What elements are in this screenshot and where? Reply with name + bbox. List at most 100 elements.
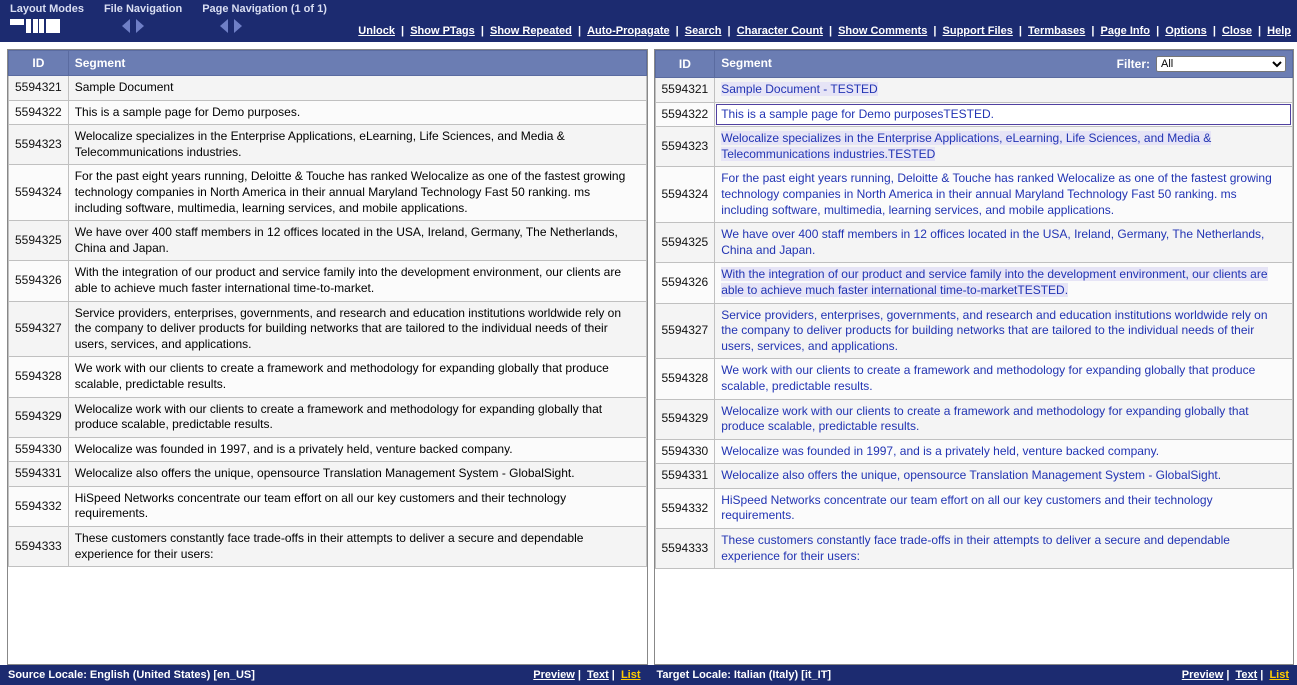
filter-select[interactable]: All — [1156, 56, 1286, 72]
source-segment-text[interactable]: Sample Document — [68, 76, 646, 101]
target-row[interactable]: 5594331Welocalize also offers the unique… — [655, 464, 1293, 489]
target-row[interactable]: 5594328We work with our clients to creat… — [655, 359, 1293, 399]
file-nav-label: File Navigation — [104, 3, 182, 17]
target-segment-text[interactable]: Welocalize was founded in 1997, and is a… — [715, 439, 1293, 464]
source-table: ID Segment 5594321Sample Document5594322… — [8, 50, 647, 567]
target-row[interactable]: 5594333These customers constantly face t… — [655, 529, 1293, 569]
segment-id: 5594333 — [655, 529, 715, 569]
target-segment-text[interactable]: Welocalize also offers the unique, opens… — [715, 464, 1293, 489]
target-row[interactable]: 5594324For the past eight years running,… — [655, 167, 1293, 223]
segment-id: 5594332 — [655, 488, 715, 528]
top-toolbar: Layout Modes File Navigation Page Naviga… — [0, 0, 1297, 42]
target-segment-text[interactable]: We have over 400 staff members in 12 off… — [715, 223, 1293, 263]
source-row[interactable]: 5594323Welocalize specializes in the Ent… — [9, 125, 647, 165]
toplink-show-comments[interactable]: Show Comments — [838, 25, 927, 37]
toplink-auto-propagate[interactable]: Auto-Propagate — [587, 25, 670, 37]
source-row[interactable]: 5594325We have over 400 staff members in… — [9, 221, 647, 261]
page-next-icon[interactable] — [234, 19, 242, 33]
target-row[interactable]: 5594323Welocalize specializes in the Ent… — [655, 127, 1293, 167]
target-segment-text[interactable]: Welocalize specializes in the Enterprise… — [715, 127, 1293, 167]
target-segment-text[interactable]: With the integration of our product and … — [715, 263, 1293, 303]
source-row[interactable]: 5594329Welocalize work with our clients … — [9, 397, 647, 437]
source-row[interactable]: 5594324For the past eight years running,… — [9, 165, 647, 221]
segment-id: 5594322 — [655, 102, 715, 127]
target-segment-text[interactable]: Service providers, enterprises, governme… — [715, 303, 1293, 359]
target-list-link[interactable]: List — [1269, 669, 1289, 681]
source-row[interactable]: 5594333These customers constantly face t… — [9, 527, 647, 567]
target-locale-label: Target Locale: Italian (Italy) [it_IT] — [657, 669, 832, 681]
source-row[interactable]: 5594332HiSpeed Networks concentrate our … — [9, 486, 647, 526]
source-segment-text[interactable]: Welocalize work with our clients to crea… — [68, 397, 646, 437]
source-segment-text[interactable]: We have over 400 staff members in 12 off… — [68, 221, 646, 261]
target-text-link[interactable]: Text — [1235, 669, 1257, 681]
file-next-icon[interactable] — [136, 19, 144, 33]
layout-horizontal-icon[interactable] — [10, 19, 24, 33]
layout-modes-group: Layout Modes — [0, 0, 94, 42]
source-preview-link[interactable]: Preview — [533, 669, 575, 681]
target-header-segment: Segment Filter: All — [715, 51, 1293, 78]
target-row[interactable]: 5594322This is a sample page for Demo pu… — [655, 102, 1293, 127]
toplink-show-repeated[interactable]: Show Repeated — [490, 25, 572, 37]
toplink-unlock[interactable]: Unlock — [358, 25, 395, 37]
source-segment-text[interactable]: Welocalize specializes in the Enterprise… — [68, 125, 646, 165]
target-segment-text[interactable]: HiSpeed Networks concentrate our team ef… — [715, 488, 1293, 528]
source-segment-text[interactable]: We work with our clients to create a fra… — [68, 357, 646, 397]
toplink-close[interactable]: Close — [1222, 25, 1252, 37]
toplink-help[interactable]: Help — [1267, 25, 1291, 37]
target-row[interactable]: 5594329Welocalize work with our clients … — [655, 399, 1293, 439]
source-segment-text[interactable]: HiSpeed Networks concentrate our team ef… — [68, 486, 646, 526]
target-header-id: ID — [655, 51, 715, 78]
segment-id: 5594332 — [9, 486, 69, 526]
target-row[interactable]: 5594332HiSpeed Networks concentrate our … — [655, 488, 1293, 528]
target-segment-text[interactable]: This is a sample page for Demo purposesT… — [715, 102, 1293, 127]
layout-stacked-icon[interactable] — [26, 19, 31, 33]
source-text-link[interactable]: Text — [587, 669, 609, 681]
segment-id: 5594325 — [655, 223, 715, 263]
source-row[interactable]: 5594326With the integration of our produ… — [9, 261, 647, 301]
source-row[interactable]: 5594321Sample Document — [9, 76, 647, 101]
toplink-termbases[interactable]: Termbases — [1028, 25, 1085, 37]
source-row[interactable]: 5594331Welocalize also offers the unique… — [9, 462, 647, 487]
source-row[interactable]: 5594327Service providers, enterprises, g… — [9, 301, 647, 357]
file-prev-icon[interactable] — [122, 19, 130, 33]
target-segment-text[interactable]: These customers constantly face trade-of… — [715, 529, 1293, 569]
source-segment-text[interactable]: Welocalize also offers the unique, opens… — [68, 462, 646, 487]
toplink-search[interactable]: Search — [685, 25, 722, 37]
toplink-show-ptags[interactable]: Show PTags — [410, 25, 475, 37]
source-segment-text[interactable]: Service providers, enterprises, governme… — [68, 301, 646, 357]
source-row[interactable]: 5594328We work with our clients to creat… — [9, 357, 647, 397]
layout-single-icon[interactable] — [46, 19, 60, 33]
page-prev-icon[interactable] — [220, 19, 228, 33]
source-row[interactable]: 5594330Welocalize was founded in 1997, a… — [9, 437, 647, 462]
source-segment-text[interactable]: With the integration of our product and … — [68, 261, 646, 301]
target-preview-link[interactable]: Preview — [1182, 669, 1224, 681]
source-row[interactable]: 5594322This is a sample page for Demo pu… — [9, 100, 647, 125]
target-row[interactable]: 5594326With the integration of our produ… — [655, 263, 1293, 303]
segment-id: 5594330 — [655, 439, 715, 464]
target-segment-text[interactable]: For the past eight years running, Deloit… — [715, 167, 1293, 223]
target-segment-text[interactable]: Sample Document - TESTED — [715, 78, 1293, 103]
toplink-character-count[interactable]: Character Count — [737, 25, 823, 37]
layout-vertical-icon[interactable] — [33, 19, 44, 33]
layout-modes-label: Layout Modes — [10, 3, 84, 17]
target-segment-text[interactable]: We work with our clients to create a fra… — [715, 359, 1293, 399]
source-list-link[interactable]: List — [621, 669, 641, 681]
target-row[interactable]: 5594330Welocalize was founded in 1997, a… — [655, 439, 1293, 464]
toplink-support-files[interactable]: Support Files — [943, 25, 1013, 37]
segment-id: 5594333 — [9, 527, 69, 567]
target-row[interactable]: 5594327Service providers, enterprises, g… — [655, 303, 1293, 359]
target-row[interactable]: 5594321Sample Document - TESTED — [655, 78, 1293, 103]
toplink-page-info[interactable]: Page Info — [1101, 25, 1151, 37]
source-segment-text[interactable]: Welocalize was founded in 1997, and is a… — [68, 437, 646, 462]
segment-id: 5594327 — [9, 301, 69, 357]
source-segment-text[interactable]: This is a sample page for Demo purposes. — [68, 100, 646, 125]
status-bar: Source Locale: English (United States) [… — [0, 665, 1297, 685]
source-segment-text[interactable]: These customers constantly face trade-of… — [68, 527, 646, 567]
target-row[interactable]: 5594325We have over 400 staff members in… — [655, 223, 1293, 263]
segment-id: 5594323 — [655, 127, 715, 167]
target-segment-text[interactable]: Welocalize work with our clients to crea… — [715, 399, 1293, 439]
toplink-options[interactable]: Options — [1165, 25, 1207, 37]
source-segment-text[interactable]: For the past eight years running, Deloit… — [68, 165, 646, 221]
source-locale-label: Source Locale: English (United States) [… — [8, 669, 255, 681]
segment-id: 5594326 — [9, 261, 69, 301]
